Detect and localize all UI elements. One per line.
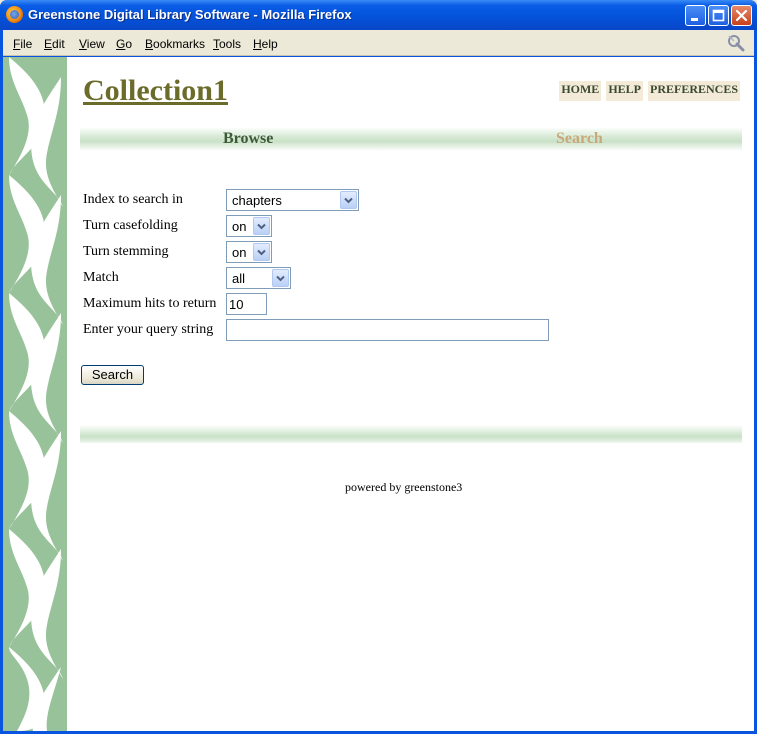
chevron-down-icon [272, 269, 289, 287]
maximize-icon [712, 9, 725, 22]
menu-view[interactable]: View [79, 37, 105, 51]
maxhits-input[interactable]: 10 [226, 293, 267, 315]
page-content: Collection1 HOME HELP PREFERENCES Browse… [3, 57, 754, 731]
maxhits-input-value: 10 [229, 297, 244, 312]
stemming-select-value: on [232, 245, 247, 260]
title-bar[interactable]: Greenstone Digital Library Software - Mo… [0, 0, 757, 30]
casefolding-select[interactable]: on [226, 215, 272, 237]
casefolding-select-value: on [232, 219, 247, 234]
menu-go[interactable]: Go [116, 37, 132, 51]
chevron-down-icon [253, 243, 270, 261]
nav-browse-link[interactable]: Browse [223, 130, 273, 148]
home-link[interactable]: HOME [559, 81, 602, 101]
menu-edit[interactable]: Edit [44, 37, 65, 51]
chevron-down-icon [340, 191, 357, 209]
maxhits-label: Maximum hits to return [83, 296, 217, 311]
collection-title-link[interactable]: Collection1 [83, 74, 228, 108]
throbber-icon [728, 35, 745, 52]
powered-by-text: powered by greenstone3 [345, 480, 463, 494]
top-links: HOME HELP PREFERENCES [559, 81, 740, 101]
match-select-value: all [232, 271, 246, 286]
stemming-label: Turn stemming [83, 244, 169, 259]
chevron-down-icon [253, 217, 270, 235]
index-label: Index to search in [83, 192, 183, 207]
decorative-braid-sidebar [3, 57, 67, 731]
query-input[interactable] [226, 319, 549, 341]
stemming-select[interactable]: on [226, 241, 272, 263]
close-icon [735, 9, 748, 22]
index-select-value: chapters [232, 193, 282, 208]
footer-bar [80, 425, 742, 443]
match-select[interactable]: all [226, 267, 291, 289]
search-page: Collection1 HOME HELP PREFERENCES Browse… [80, 57, 742, 731]
browser-window: Greenstone Digital Library Software - Mo… [0, 0, 757, 734]
preferences-link[interactable]: PREFERENCES [647, 81, 740, 101]
close-button[interactable] [731, 5, 752, 26]
search-button[interactable]: Search [81, 365, 144, 385]
window-title: Greenstone Digital Library Software - Mo… [28, 7, 352, 22]
minimize-icon [691, 18, 698, 21]
menu-bookmarks[interactable]: Bookmarks [145, 37, 205, 51]
minimize-button[interactable] [685, 5, 706, 26]
menu-file[interactable]: File [13, 37, 32, 51]
help-link[interactable]: HELP [606, 81, 643, 101]
menu-tools[interactable]: Tools [213, 37, 241, 51]
menu-help[interactable]: Help [253, 37, 278, 51]
menu-bar: File Edit View Go Bookmarks Tools Help [3, 30, 754, 56]
maximize-button[interactable] [708, 5, 729, 26]
nav-search-link[interactable]: Search [556, 130, 603, 148]
nav-bar: Browse Search [80, 127, 742, 151]
match-label: Match [83, 270, 119, 285]
firefox-icon [6, 6, 23, 23]
query-label: Enter your query string [83, 322, 214, 337]
index-select[interactable]: chapters [226, 189, 359, 211]
casefolding-label: Turn casefolding [83, 218, 178, 233]
